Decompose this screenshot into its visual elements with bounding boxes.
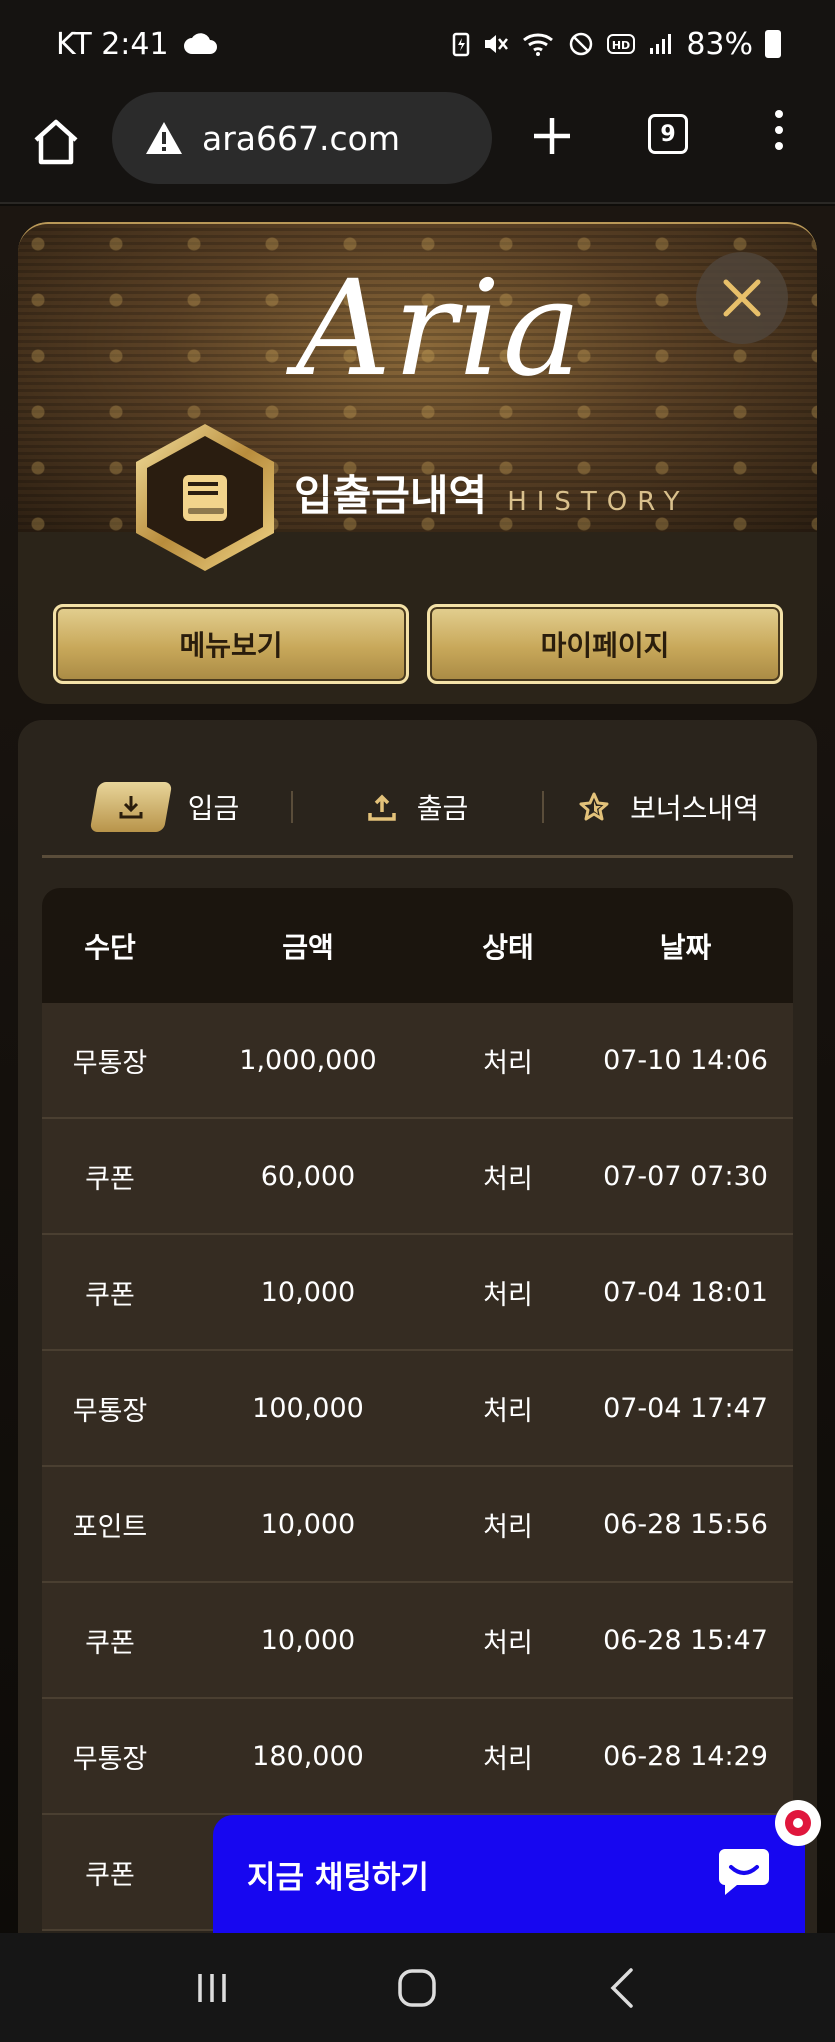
history-tabs: 입금 출금 보너스내역	[42, 758, 793, 858]
mute-icon	[485, 35, 509, 53]
cell-status: 처리	[483, 1163, 533, 1195]
url-text: ara667.com	[202, 118, 400, 158]
cell-date: 06-28 15:47	[603, 1624, 768, 1656]
table-row: 포인트 10,000 처리 06-28 15:56	[42, 1467, 793, 1583]
chat-label: 지금 채팅하기	[247, 1859, 429, 1896]
svg-text:HD: HD	[612, 39, 630, 52]
cell-date: 07-04 18:01	[603, 1276, 768, 1308]
book-icon	[183, 475, 227, 521]
status-left: KT 2:41	[56, 27, 217, 62]
cell-date: 07-10 14:06	[603, 1044, 768, 1076]
cell-method: 쿠폰	[85, 1163, 135, 1195]
tab-withdraw-label: 출금	[416, 791, 469, 825]
header-date: 날짜	[659, 930, 712, 964]
header-card: Aria 입출금내역 HISTORY 메뉴보기 마이페이지	[18, 222, 817, 704]
kebab-menu-icon[interactable]	[772, 110, 786, 162]
cell-status: 처리	[483, 1047, 533, 1079]
cell-method: 쿠폰	[85, 1279, 135, 1311]
table-row: 무통장 1,000,000 처리 07-10 14:06	[42, 1003, 793, 1119]
tab-bonus-label: 보너스내역	[630, 791, 759, 825]
cell-status: 처리	[483, 1511, 533, 1543]
status-bar: KT 2:41 HD 83%	[0, 0, 835, 88]
cell-method: 쿠폰	[85, 1859, 135, 1891]
tab-deposit-label: 입금	[187, 791, 240, 825]
tab-bonus[interactable]: 보너스내역	[544, 777, 793, 837]
cell-method: 무통장	[72, 1395, 148, 1427]
table-header: 수단 금액 상태 날짜	[42, 888, 793, 1003]
close-button[interactable]	[696, 252, 788, 344]
download-icon	[89, 781, 173, 832]
cell-amount: 60,000	[260, 1160, 356, 1192]
browser-toolbar: ara667.com 9	[0, 88, 835, 204]
hd-icon: HD	[607, 34, 636, 54]
history-table: 수단 금액 상태 날짜 무통장 1,000,000 처리 07-10 14:06…	[42, 888, 793, 1931]
warning-icon	[146, 122, 182, 154]
header-status: 상태	[482, 930, 534, 964]
cell-amount: 10,000	[260, 1508, 356, 1540]
cell-amount: 100,000	[252, 1392, 364, 1424]
history-title-english: HISTORY	[507, 487, 690, 517]
header-amount: 금액	[282, 930, 334, 964]
battery-icon	[765, 30, 781, 58]
battery-saver-icon	[453, 32, 470, 57]
cell-status: 처리	[483, 1279, 533, 1311]
cell-date: 07-04 17:47	[603, 1392, 768, 1424]
table-row: 무통장 180,000 처리 06-28 14:29	[42, 1699, 793, 1815]
android-nav-bar	[0, 1933, 835, 2042]
cell-status: 처리	[483, 1395, 533, 1427]
carrier-time: KT 2:41	[56, 26, 169, 62]
cell-date: 06-28 15:56	[603, 1508, 768, 1540]
cloud-icon	[183, 33, 217, 54]
tab-withdraw[interactable]: 출금	[293, 777, 542, 837]
cell-method: 무통장	[72, 1047, 148, 1079]
cell-amount: 10,000	[260, 1276, 356, 1308]
home-icon[interactable]	[30, 116, 82, 168]
mypage-button[interactable]: 마이페이지	[427, 604, 783, 684]
upload-icon	[367, 794, 396, 821]
home-nav-icon[interactable]	[395, 1966, 439, 2010]
history-title: 입출금내역 HISTORY	[294, 462, 690, 523]
tab-deposit[interactable]: 입금	[42, 777, 291, 837]
cell-status: 처리	[483, 1627, 533, 1659]
cell-amount: 180,000	[252, 1740, 364, 1772]
battery-percent: 83%	[686, 26, 753, 62]
back-icon[interactable]	[603, 1966, 643, 2010]
table-row: 무통장 100,000 처리 07-04 17:47	[42, 1351, 793, 1467]
table-row: 쿠폰 10,000 처리 07-04 18:01	[42, 1235, 793, 1351]
close-icon	[723, 279, 761, 317]
history-badge	[136, 424, 274, 571]
cell-date: 06-28 14:29	[603, 1740, 768, 1772]
aria-logo: Aria	[296, 252, 584, 406]
chat-bubble-icon	[719, 1849, 769, 1895]
plus-icon[interactable]	[530, 114, 574, 158]
chat-now-button[interactable]: 지금 채팅하기	[213, 1815, 805, 1933]
wifi-icon	[523, 33, 554, 56]
cell-status: 처리	[483, 1743, 533, 1775]
history-title-korean: 입출금내역	[294, 471, 488, 520]
header-method: 수단	[84, 930, 136, 964]
do-not-disturb-icon	[570, 32, 593, 56]
cell-amount: 10,000	[260, 1624, 356, 1656]
cell-method: 무통장	[72, 1743, 148, 1775]
tabs-button[interactable]: 9	[648, 114, 688, 154]
cell-amount: 1,000,000	[239, 1044, 377, 1076]
menu-view-button[interactable]: 메뉴보기	[53, 604, 409, 684]
star-icon	[579, 792, 609, 820]
table-row: 쿠폰 60,000 처리 07-07 07:30	[42, 1119, 793, 1235]
status-right: HD 83%	[452, 27, 781, 62]
table-row: 쿠폰 10,000 처리 06-28 15:47	[42, 1583, 793, 1699]
content-card: 입금 출금 보너스내역 수단 금액 상태 날짜 무통장 1,000,000 처리…	[18, 720, 817, 1935]
cell-method: 포인트	[72, 1511, 148, 1543]
chat-notification-badge	[775, 1800, 821, 1846]
recent-apps-icon[interactable]	[192, 1968, 232, 2008]
url-bar[interactable]: ara667.com	[112, 92, 492, 184]
signal-icon	[650, 34, 672, 54]
cell-date: 07-07 07:30	[603, 1160, 768, 1192]
cell-method: 쿠폰	[85, 1627, 135, 1659]
